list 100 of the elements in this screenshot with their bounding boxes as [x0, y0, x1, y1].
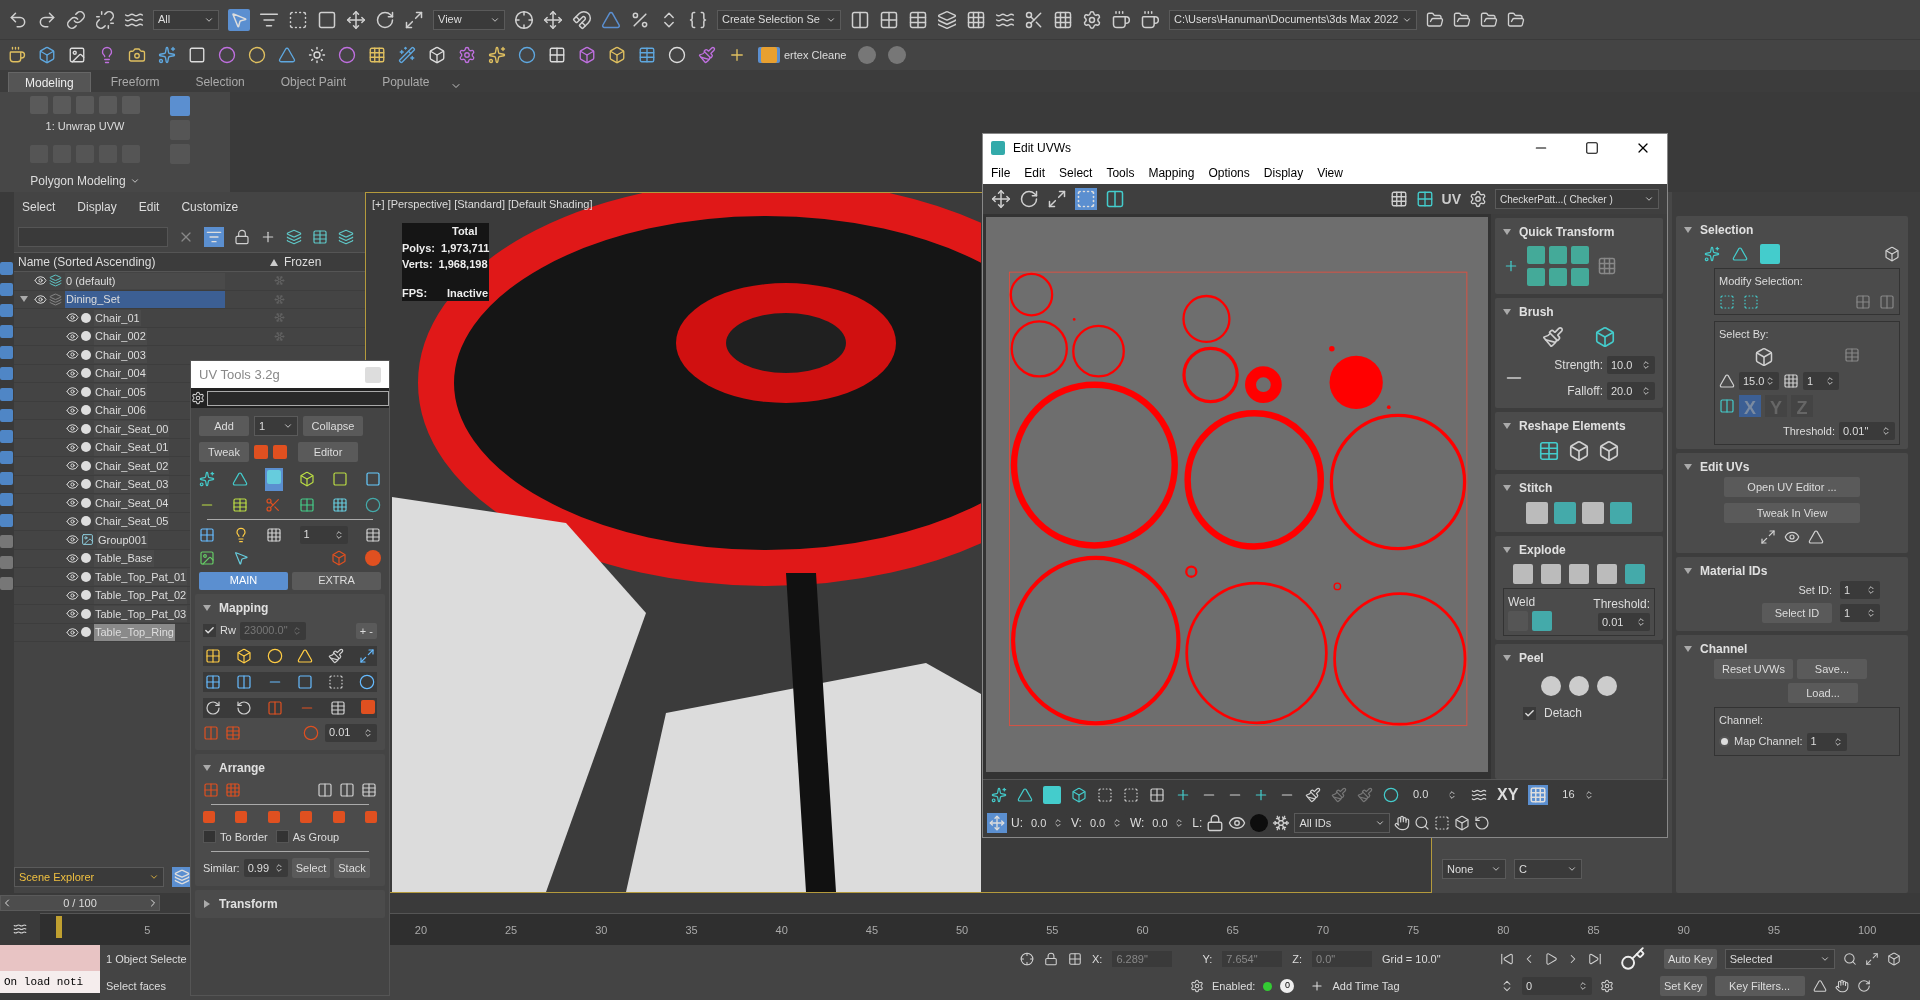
frame-number: 100	[1858, 923, 1877, 938]
spinner-field[interactable]: 0.99	[243, 859, 288, 877]
spinner-field[interactable]: 1	[1840, 604, 1880, 622]
script-listener-field[interactable]: On load noti	[0, 971, 100, 993]
reference-coordinate-dropdown[interactable]: View	[433, 9, 505, 30]
coordinate-label: X:	[1092, 951, 1103, 967]
menu-item[interactable]: Select	[22, 198, 56, 216]
selection-set-dropdown[interactable]: Create Selection Se	[717, 9, 841, 30]
ribbon-tab[interactable]: Freeform	[94, 72, 176, 92]
tree-item[interactable]: Chair_Seat_04	[94, 494, 170, 511]
load-button[interactable]: Load...	[1788, 683, 1858, 703]
menu-item[interactable]: View	[1317, 164, 1343, 182]
rollout-title: Material IDs	[1700, 563, 1768, 580]
dropdown[interactable]: None	[1442, 859, 1506, 879]
ribbon-tab[interactable]: Populate	[366, 72, 446, 92]
spinner-field[interactable]: 15.0	[1739, 372, 1779, 390]
viewport-label: [+] [Perspective] [Standard] [Default Shading]	[372, 197, 593, 212]
set-key-button[interactable]: Set Key	[1660, 976, 1707, 996]
time-slider-thumb[interactable]: 0 / 100	[0, 895, 160, 911]
dropdown[interactable]: C	[1514, 859, 1582, 879]
tree-item[interactable]: Dining_Set	[65, 291, 225, 308]
rollout-title: Quick Transform	[1519, 224, 1615, 241]
key-mode-dropdown[interactable]: Selected	[1724, 949, 1835, 969]
menu-item[interactable]: Customize	[181, 198, 239, 216]
menu-item[interactable]: Display	[1263, 164, 1304, 182]
auto-key-button[interactable]: Auto Key	[1664, 949, 1717, 969]
group-label: Modify Selection:	[1719, 275, 1803, 287]
menu-item[interactable]: Edit	[138, 198, 160, 216]
menu-item[interactable]: Select	[1059, 164, 1093, 182]
add-button[interactable]: Add	[199, 416, 249, 436]
explorer-dropdown[interactable]: Scene Explorer	[14, 867, 164, 887]
spinner-field[interactable]: 0	[1522, 977, 1592, 995]
menu-item[interactable]: Tools	[1106, 164, 1135, 182]
select-id-button[interactable]: Select ID	[1762, 603, 1832, 623]
texture-dropdown[interactable]: CheckerPatt...( Checker )	[1495, 189, 1659, 209]
spinner-field[interactable]: 1	[1806, 732, 1847, 751]
spinner-field[interactable]: 1	[1840, 581, 1880, 599]
material-id-dropdown[interactable]: All IDs	[1294, 813, 1391, 833]
coordinate-label: U:	[1011, 815, 1023, 832]
tree-item[interactable]: Chair_Seat_00	[94, 420, 170, 437]
rollout-title: Arrange	[219, 759, 265, 777]
frame-number: 75	[1407, 923, 1420, 938]
group-label: Weld	[1508, 594, 1537, 611]
tree-item[interactable]: Chair_006	[94, 402, 147, 419]
panel-button[interactable]: Open UV Editor ...	[1724, 477, 1860, 497]
spinner-field[interactable]: 10.0	[1607, 356, 1655, 374]
tweak-button[interactable]: Tweak	[199, 442, 249, 462]
panel-title-button[interactable]: Polygon Modeling	[30, 172, 140, 190]
tree-item[interactable]: Chair_01	[94, 309, 141, 326]
menu-item[interactable]: Display	[77, 198, 117, 216]
tree-item[interactable]: Group001	[97, 531, 148, 548]
editor-button[interactable]: Editor	[298, 442, 358, 462]
tree-item[interactable]: Chair_005	[94, 383, 147, 400]
menu-item[interactable]: File	[991, 164, 1011, 182]
menu-item[interactable]: Mapping	[1148, 164, 1195, 182]
spinner-field[interactable]: 20.0	[1607, 382, 1655, 400]
field-label: Threshold:	[1783, 423, 1835, 439]
tree-item[interactable]: Chair_Seat_01	[94, 439, 170, 456]
frame-number: 55	[1046, 923, 1059, 938]
tree-item[interactable]: Chair_Seat_02	[94, 457, 170, 474]
stack-button[interactable]: Stack	[334, 858, 370, 878]
filter-dropdown[interactable]: All	[153, 9, 219, 30]
spinner-field[interactable]: 1	[1803, 372, 1839, 390]
tree-item[interactable]: Chair_002	[94, 328, 147, 345]
menu-item[interactable]: Edit	[1024, 164, 1046, 182]
save-button[interactable]: Save...	[1796, 659, 1867, 679]
select-button[interactable]: Select	[291, 858, 331, 878]
rollout-title: Mapping	[219, 599, 269, 617]
tree-item[interactable]: Chair_004	[94, 365, 147, 382]
window-title: Edit UVWs	[1013, 140, 1071, 157]
ribbon-tab[interactable]: Object Paint	[264, 72, 363, 92]
plus-minus-button[interactable]: + -	[355, 622, 377, 639]
count-dropdown[interactable]: 1	[254, 416, 298, 436]
enabled-counter[interactable]: 0	[1280, 979, 1295, 993]
tree-item[interactable]: Table_Top_Pat_03	[94, 605, 188, 622]
collapse-button[interactable]: Collapse	[303, 416, 363, 436]
tree-item[interactable]: Chair_Seat_03	[94, 476, 170, 493]
tree-item[interactable]: Table_Top_Pat_01	[94, 568, 188, 585]
spinner-field[interactable]: 0.01"	[1839, 422, 1895, 440]
frame-number: 5	[144, 923, 151, 938]
tree-item[interactable]: Chair_Seat_05	[94, 513, 170, 530]
panel-button[interactable]: Tweak In View	[1724, 503, 1860, 523]
ribbon-tab[interactable]: Selection	[179, 72, 261, 92]
tree-item[interactable]: 0 (default)	[65, 272, 225, 289]
key-filters-button[interactable]: Key Filters...	[1714, 976, 1805, 996]
frame-number: 25	[505, 923, 518, 938]
panel-tab[interactable]: EXTRA	[292, 571, 381, 590]
tree-item[interactable]: Table_Top_Pat_02	[94, 587, 188, 604]
tree-item[interactable]: Table_Base	[94, 550, 154, 567]
spinner-field[interactable]: 0.01	[325, 723, 377, 742]
column-header: Name (Sorted Ascending)	[17, 254, 157, 271]
spinner-field[interactable]: 0.01	[1598, 613, 1650, 631]
frame-number: 60	[1136, 923, 1149, 938]
reset-uvws-button[interactable]: Reset UVWs	[1714, 659, 1793, 679]
add-time-tag-button[interactable]: Add Time Tag	[1332, 977, 1400, 995]
menu-item[interactable]: Options	[1208, 164, 1250, 182]
tree-item[interactable]: Chair_003	[94, 346, 147, 363]
ribbon-tab[interactable]: Modeling	[8, 72, 91, 92]
project-path-dropdown[interactable]: C:\Users\Hanuman\Documents\3ds Max 2022	[1169, 9, 1417, 30]
spinner-field[interactable]: 1	[299, 525, 348, 544]
